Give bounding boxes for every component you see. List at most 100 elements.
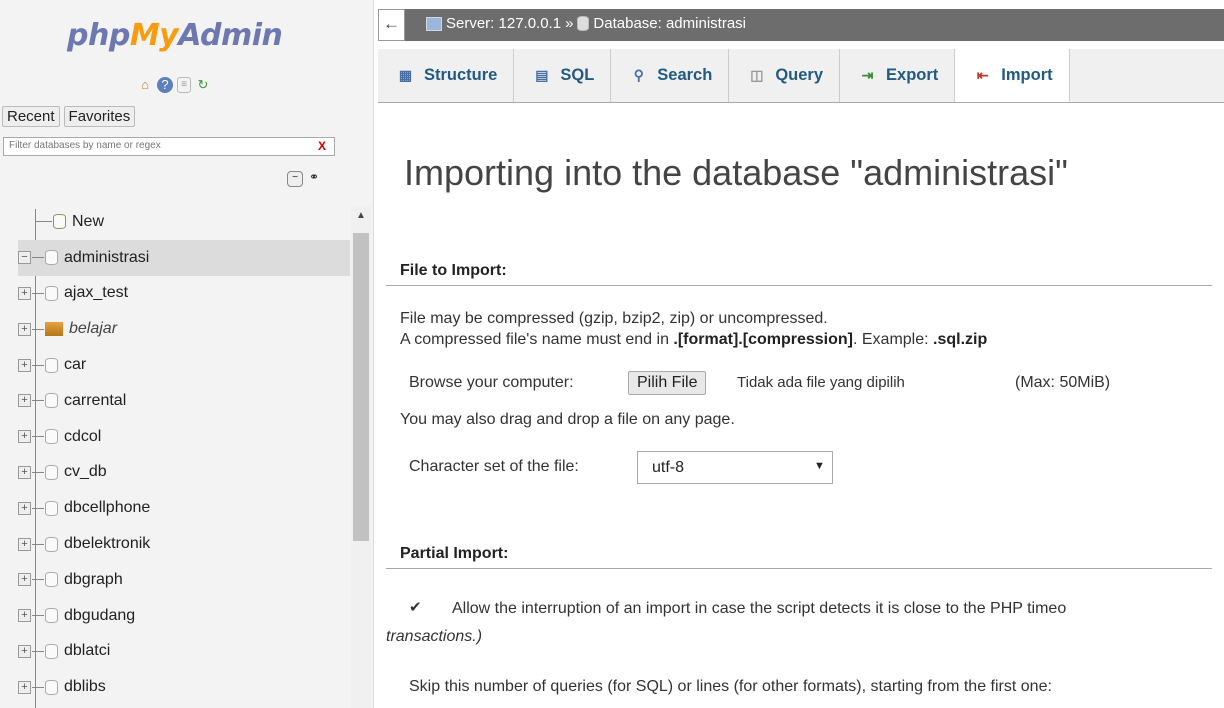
expand-icon[interactable]: + [18,680,31,694]
skip-queries-label: Skip this number of queries (for SQL) or… [409,678,1052,695]
collapse-panel-button[interactable]: ← [378,9,405,41]
database-item-ajax-test[interactable]: + ajax_test [18,276,350,312]
tree-branch-line [32,615,44,617]
database-item-dbgudang[interactable]: + dbgudang [18,598,350,634]
database-name[interactable]: dblatci [64,642,110,660]
database-name[interactable]: dbelektronik [64,535,150,553]
database-item-cv-db[interactable]: + cv_db [18,455,350,491]
recent-button[interactable]: Recent [2,106,60,127]
tab-label: Export [886,66,939,84]
database-name[interactable]: dblibs [64,678,106,696]
database-icon [577,16,590,31]
choose-file-button[interactable]: Pilih File [628,371,707,395]
drag-drop-hint: You may also drag and drop a file on any… [400,411,735,428]
scrollbar-thumb[interactable] [353,233,369,541]
expand-icon[interactable]: + [18,644,31,658]
expand-icon[interactable]: + [18,430,31,444]
database-item-dblibs[interactable]: + dblibs [18,669,350,705]
tree-branch-line [32,257,44,259]
reload-icon[interactable]: ↻ [195,77,211,93]
database-item-dbelektronik[interactable]: + dbelektronik [18,526,350,562]
database-name[interactable]: carrental [64,392,126,410]
database-icon [45,572,58,588]
database-icon [45,429,58,445]
database-name[interactable]: cdcol [64,428,101,446]
database-item-dbcellphone[interactable]: + dbcellphone [18,490,350,526]
tab-label: Search [657,66,713,84]
breadcrumb-server[interactable]: Server: 127.0.0.1 [446,15,561,32]
database-name[interactable]: dbcellphone [64,499,150,517]
logo-part-php: php [67,18,130,53]
database-icon [45,250,58,266]
allow-interrupt-label: Allow the interruption of an import in c… [452,600,1067,617]
expand-icon[interactable]: + [18,465,31,479]
expand-icon[interactable]: + [18,322,31,336]
database-item-car[interactable]: + car [18,347,350,383]
link-with-main-icon[interactable]: ⚭ [307,171,321,185]
database-name[interactable]: dbgraph [64,571,123,589]
database-item-administrasi[interactable]: − administrasi [18,239,350,276]
tree-branch-line [32,292,44,294]
phpmyadmin-logo[interactable]: phpMyAdmin [67,18,283,53]
database-icon [45,500,58,516]
tab-structure[interactable]: ▦ Structure [378,49,515,102]
chevron-down-icon[interactable]: ▼ [814,460,825,472]
database-name[interactable]: ajax_test [64,284,128,302]
favorites-button[interactable]: Favorites [63,106,136,127]
breadcrumb-database[interactable]: Database: administrasi [593,15,746,32]
database-name[interactable]: car [64,356,86,374]
database-name[interactable]: administrasi [64,249,149,267]
database-item-carrental[interactable]: + carrental [18,383,350,419]
tab-import[interactable]: ⇤ Import [955,49,1070,102]
database-item-dbgraph[interactable]: + dbgraph [18,562,350,598]
database-item-cdcol[interactable]: + cdcol [18,419,350,455]
expand-icon[interactable]: + [18,286,31,300]
database-name[interactable]: dbgudang [64,607,135,625]
database-filter-input[interactable]: Filter databases by name or regex [3,137,335,156]
server-icon [426,16,442,31]
clear-filter-icon[interactable]: X [318,139,326,153]
expand-icon[interactable]: + [18,358,31,372]
database-name[interactable]: cv_db [64,463,107,481]
database-name[interactable]: belajar [69,320,117,338]
query-icon: ◫ [750,67,764,83]
compression-info-line2: A compressed file's name must end in .[f… [400,331,987,349]
information-schema-database-icon [45,322,63,337]
database-icon [45,679,58,695]
tab-sql[interactable]: ▤ SQL [514,49,612,102]
tree-branch-line [36,221,52,223]
collapse-all-icon[interactable]: − [287,171,303,187]
help-icon[interactable]: ? [157,77,173,93]
quick-icons: ⌂ ? ≡ ↻ [137,77,211,93]
database-icon [45,285,58,301]
expand-icon[interactable]: + [18,394,31,408]
database-tree: New − administrasi + ajax_test + belajar… [18,204,350,705]
tree-new-item[interactable]: New [18,204,350,240]
tree-branch-line [32,364,44,366]
tab-search[interactable]: ⚲ Search [611,49,730,102]
tab-export[interactable]: ⇥ Export [840,49,956,102]
allow-interrupt-checkbox[interactable]: ✔ [409,600,423,615]
example-text: . Example: [852,331,934,348]
tree-branch-line [32,328,44,330]
expand-icon[interactable]: + [18,537,31,551]
collapse-icon[interactable]: − [18,251,31,265]
charset-select[interactable]: utf-8 [637,451,833,484]
database-icon [45,357,58,373]
home-icon[interactable]: ⌂ [137,77,153,93]
database-item-belajar[interactable]: + belajar [18,311,350,347]
no-file-chosen-text: Tidak ada file yang dipilih [737,374,905,391]
expand-icon[interactable]: + [18,573,31,587]
scroll-up-arrow-icon[interactable]: ▲ [356,210,366,221]
expand-icon[interactable]: + [18,609,31,623]
logo-part-admin: Admin [178,18,283,53]
docs-icon[interactable]: ≡ [177,77,191,93]
compression-text: A compressed file's name must end in [400,331,674,348]
expand-icon[interactable]: + [18,501,31,515]
database-icon [45,608,58,624]
tree-branch-line [32,686,44,688]
file-to-import-heading: File to Import: [386,262,1212,286]
database-item-dblatci[interactable]: + dblatci [18,634,350,670]
logo-part-my: My [129,18,179,53]
tab-query[interactable]: ◫ Query [729,49,841,102]
